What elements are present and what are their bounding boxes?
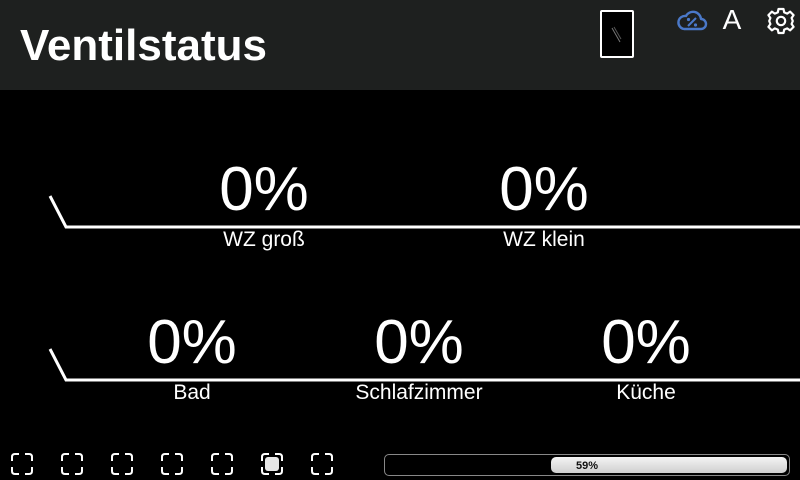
valve-kueche[interactable]: 0% Küche [546,311,746,405]
page-dot[interactable] [310,452,334,476]
valve-label: WZ groß [223,228,305,251]
valve-value: 0% [219,155,309,224]
page-dot[interactable] [160,452,184,476]
cloud-percent-icon[interactable] [676,8,708,34]
valve-schlafzimmer[interactable]: 0% Schlafzimmer [319,311,519,405]
valve-bad[interactable]: 0% Bad [92,311,292,405]
row-divider-line [48,195,800,229]
valve-value: 0% [147,308,237,377]
valve-wz-gross[interactable]: 0% WZ groß [164,158,364,252]
window-icon[interactable] [600,10,634,58]
valve-value: 0% [601,308,691,377]
page-title: Ventilstatus [20,21,267,70]
valve-value: 0% [374,308,464,377]
page-dot[interactable] [60,452,84,476]
valve-wz-klein[interactable]: 0% WZ klein [444,158,644,252]
progress-bar: 59% [384,454,790,476]
mode-letter-button[interactable]: A [720,4,744,36]
page-dot-active[interactable] [260,452,284,476]
header-bar: Ventilstatus A [0,0,800,90]
page-dot[interactable] [110,452,134,476]
valve-value: 0% [499,155,589,224]
page-dot[interactable] [210,452,234,476]
valve-label: WZ klein [503,228,585,251]
valve-label: Bad [173,381,211,404]
gear-icon[interactable] [766,6,796,36]
valve-label: Küche [616,381,676,404]
page-dot[interactable] [10,452,34,476]
valve-label: Schlafzimmer [355,381,483,404]
progress-text: 59% [575,460,599,472]
